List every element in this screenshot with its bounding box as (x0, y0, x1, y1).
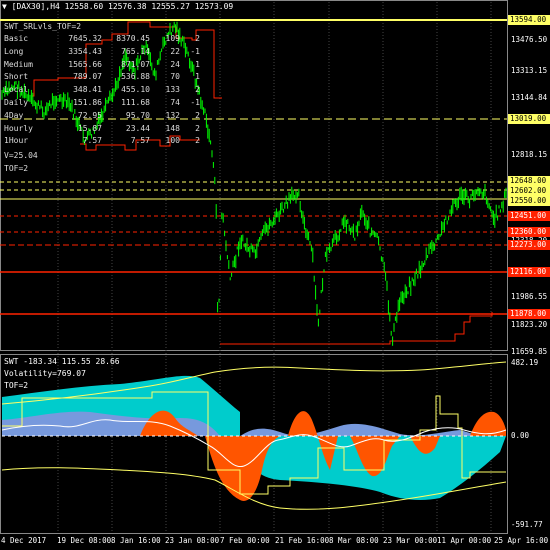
levels-table-cell: 132 (165, 110, 180, 120)
sub-axis-label: 0.00 (511, 431, 530, 440)
price-tag: 12550.00 (508, 196, 550, 206)
levels-table-cell: Long (4, 46, 24, 56)
levels-table-cell: 765.14 (121, 46, 150, 56)
levels-table-cell: 1 (195, 59, 200, 69)
date-label: 23 Jan 08:00 (165, 536, 220, 545)
levels-table-cell: 74 (170, 97, 180, 107)
price-tag: 12116.00 (508, 267, 550, 277)
levels-table-row: Short 789.07 536.88 70 1 (4, 71, 200, 84)
levels-table-cell: Basic (4, 34, 29, 43)
date-label: 11 Apr 00:00 (437, 536, 492, 545)
levels-table-cell: 348.41 (73, 85, 102, 95)
levels-table-cell: 2 (195, 34, 200, 43)
levels-table-row: Medium 1565.66 871.07 24 1 (4, 59, 200, 72)
volatility-label: Volatility=769.07 (4, 369, 86, 378)
levels-table-cell: 23.44 (125, 123, 150, 133)
levels-table-cell: Short (4, 72, 29, 82)
dropdown-icon[interactable]: ▼ (2, 2, 7, 11)
levels-table-cell: -1 (190, 46, 200, 56)
levels-table-cell: 2 (195, 136, 200, 146)
levels-table-cell: 22 (170, 46, 180, 56)
price-tag: 11878.00 (508, 309, 550, 319)
levels-table-cell: 871.07 (121, 59, 150, 69)
levels-table-cell: 70 (170, 72, 180, 82)
symbol-label: [DAX30],H4 (11, 2, 60, 11)
date-label: 19 Dec 08:00 (57, 536, 112, 545)
levels-table-cell: 536.88 (121, 72, 150, 82)
price-tag: 12451.00 (508, 211, 550, 221)
price-tag: 12648.00 (508, 176, 550, 186)
date-label: 8 Mar 08:00 (329, 536, 379, 545)
price-axis-label: 13144.84 (511, 93, 548, 102)
blue-histogram-area (2, 411, 480, 436)
levels-table-cell: 111.68 (121, 97, 150, 107)
levels-table-row: Long 3354.43 765.14 22 -1 (4, 46, 200, 59)
levels-table-cell: 148 (165, 123, 180, 133)
price-axis-label: 13476.50 (511, 35, 548, 44)
levels-table-cell: 7.57 (82, 136, 102, 146)
swt-indicator (1, 361, 507, 510)
sub-axis-label: 482.19 (511, 358, 539, 367)
indicator-title: SWT_SRLvls_TOF=2 (4, 22, 82, 31)
price-tag: 12602.00 (508, 186, 550, 196)
sub-title: SWT -183.34 115.55 28.66 (4, 357, 120, 366)
levels-table-cell: 7.57 (130, 136, 150, 146)
trailing-stop-bottom (220, 312, 493, 345)
levels-table-cell: 15.87 (77, 123, 102, 133)
sub-axis-label: -591.77 (511, 520, 543, 529)
levels-table-cell: 3354.43 (68, 46, 102, 56)
date-label: 23 Mar 00:00 (383, 536, 438, 545)
price-tag: 13019.00 (508, 114, 550, 124)
sub-tof-label: TOF=2 (4, 381, 29, 390)
levels-table-cell: 1565.66 (68, 59, 102, 69)
levels-table-row: 4Day 72.95 95.70 132 2 (4, 110, 200, 123)
price-tag: 12273.00 (508, 240, 550, 250)
levels-table: Basic 7645.32 8370.45 109 2 Long 3354.43 765.14… (4, 33, 200, 148)
levels-table-cell: Hourly (4, 123, 33, 133)
levels-table-cell: -1 (190, 97, 200, 107)
levels-table-cell: 789.07 (73, 72, 102, 82)
levels-table-cell: 109 (165, 34, 180, 43)
levels-table-cell: 4Day (4, 110, 24, 120)
ohlc-values: 12558.60 12576.38 12555.27 12573.09 (64, 2, 234, 11)
levels-table-cell: 2 (195, 123, 200, 133)
levels-table-cell: Local (4, 85, 29, 95)
levels-table-row: 1Hour 7.57 7.57 100 2 (4, 135, 200, 148)
chart-title: ▼ [DAX30],H4 12558.60 12576.38 12555.27 … (2, 2, 233, 11)
v-label: V=25.04 (4, 151, 38, 160)
date-label: 4 Dec 2017 (1, 536, 47, 545)
date-label: 25 Apr 16:00 (494, 536, 549, 545)
price-tag: 13594.00 (508, 15, 550, 25)
levels-table-cell: 24 (170, 59, 180, 69)
levels-table-cell: 1Hour (4, 136, 29, 146)
price-axis-label: 13313.15 (511, 66, 548, 75)
price-tag: 12360.00 (508, 227, 550, 237)
tof-label: TOF=2 (4, 164, 29, 173)
levels-table-cell: 100 (165, 136, 180, 146)
price-axis-label: 11659.85 (511, 347, 548, 356)
levels-table-cell: 72.95 (77, 110, 102, 120)
price-axis-label: 12818.15 (511, 150, 548, 159)
levels-table-cell: 2 (195, 110, 200, 120)
price-axis-label: 11823.20 (511, 320, 548, 329)
levels-table-cell: 8370.45 (116, 34, 150, 43)
levels-table-cell: Medium (4, 59, 33, 69)
levels-table-row: Daily 151.86 111.68 74 -1 (4, 97, 200, 110)
date-label: 7 Feb 00:00 (220, 536, 270, 545)
levels-table-row: Hourly 15.87 23.44 148 2 (4, 123, 200, 136)
levels-table-cell: Daily (4, 97, 29, 107)
levels-table-cell: 1 (195, 72, 200, 82)
date-label: 8 Jan 16:00 (111, 536, 161, 545)
date-label: 21 Feb 16:00 (275, 536, 330, 545)
levels-table-cell: 2 (195, 85, 200, 95)
levels-table-cell: 95.70 (125, 110, 150, 120)
price-axis-label: 11986.55 (511, 292, 548, 301)
levels-table-cell: 7645.32 (68, 34, 102, 43)
levels-table-cell: 455.10 (121, 85, 150, 95)
levels-table-cell: 133 (165, 85, 180, 95)
levels-table-cell: 151.86 (73, 97, 102, 107)
levels-table-row: Basic 7645.32 8370.45 109 2 (4, 33, 200, 46)
levels-table-row: Local 348.41 455.10 133 2 (4, 84, 200, 97)
